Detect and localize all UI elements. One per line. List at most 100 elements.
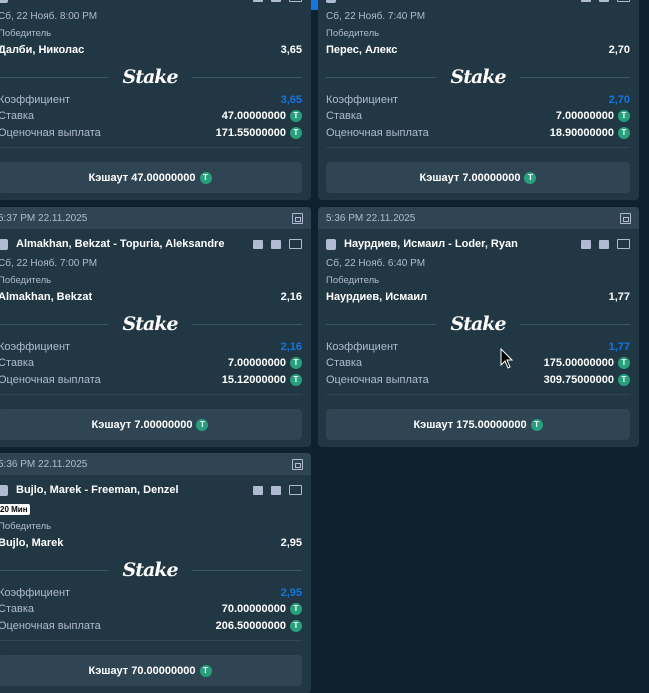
stats-chart-icon[interactable] <box>271 0 281 2</box>
mma-sport-icon <box>326 0 336 3</box>
divider <box>326 147 630 148</box>
stake-logo: Stake <box>122 66 178 88</box>
divider <box>0 394 302 395</box>
cashout-label: Кэшаут 47.00000000 <box>88 171 196 184</box>
event-title[interactable]: Bujlo, Marek - Freeman, Denzel <box>16 484 245 496</box>
usdt-icon: T <box>199 664 212 677</box>
event-title-row[interactable]: Almakhan, Bekzat - Topuria, Aleksandre <box>0 237 302 251</box>
calendar-icon[interactable] <box>292 458 303 470</box>
usdt-icon: T <box>290 110 302 122</box>
scoreboard-icon[interactable] <box>289 239 302 249</box>
event-date: Сб, 22 Нояб. 7:40 PM <box>326 11 426 22</box>
scoreboard-icon[interactable] <box>289 485 302 495</box>
usdt-icon: T <box>196 418 209 431</box>
scoreboard-icon[interactable] <box>289 0 302 2</box>
stats-chart-icon[interactable] <box>599 0 609 2</box>
cashout-button[interactable]: Кэшаут 70.00000000 T <box>0 655 302 686</box>
event-date: Сб, 22 Нояб. 8:00 PM <box>0 11 98 22</box>
divider <box>326 323 437 325</box>
cashout-label: Кэшаут 70.00000000 <box>88 664 196 677</box>
selection-name: Перес, Алекс <box>326 44 398 56</box>
payout-label: Оценочная выплата <box>0 374 101 386</box>
bet-card: 5:37 PM 22.11.2025 Almakhan, Bekzat - Top… <box>0 207 311 447</box>
divider <box>0 323 109 325</box>
bet-card: 5:36 PM 22.11.2025 Наурдиев, Исмаил - Lod… <box>318 207 639 447</box>
stats-chart-icon[interactable] <box>599 239 609 249</box>
stats-chart-icon[interactable] <box>271 485 281 495</box>
usdt-icon: T <box>530 418 543 431</box>
usdt-icon: T <box>618 127 630 139</box>
usdt-icon: T <box>290 127 302 139</box>
divider <box>326 76 437 78</box>
stake-value: 7.00000000 <box>555 110 614 122</box>
bet-card-header: 5:37 PM 22.11.2025 <box>0 207 311 229</box>
selection-name: Далби, Николас <box>0 44 85 56</box>
event-title[interactable]: Almakhan, Bekzat - Topuria, Aleksandre <box>16 238 245 250</box>
mma-sport-icon <box>0 238 8 250</box>
stake-value: 7.00000000 <box>227 357 286 369</box>
mma-sport-icon <box>0 484 8 496</box>
scoreboard-icon[interactable] <box>617 0 630 2</box>
usdt-icon: T <box>524 171 537 184</box>
stake-label: Ставка <box>326 110 362 122</box>
divider <box>191 323 302 325</box>
selection-odds: 2,95 <box>280 537 302 549</box>
cashout-label: Кэшаут 7.00000000 <box>91 418 193 431</box>
stake-value: 47.00000000 <box>221 110 286 122</box>
payout-label: Оценочная выплата <box>326 127 429 139</box>
selection-name: Наурдиев, Исмаил <box>326 291 428 303</box>
stake-value: 70.00000000 <box>221 603 286 615</box>
divider <box>0 569 109 571</box>
live-stream-icon[interactable] <box>253 239 263 249</box>
divider <box>0 147 302 148</box>
divider <box>0 76 109 78</box>
stats-chart-icon[interactable] <box>271 239 281 249</box>
payout-value: 171.55000000 <box>215 127 286 139</box>
selection-odds: 2,70 <box>608 44 630 56</box>
event-title-row[interactable] <box>326 0 630 4</box>
divider <box>326 394 630 395</box>
usdt-icon: T <box>290 603 302 615</box>
time-badge: 20 Мин <box>0 504 30 515</box>
usdt-icon: T <box>199 171 212 184</box>
selection-odds: 2,16 <box>280 291 302 303</box>
live-stream-icon[interactable] <box>581 0 591 2</box>
cashout-button[interactable]: Кэшаут 175.00000000 T <box>326 409 630 440</box>
odds-label: Коэффициент <box>326 94 399 106</box>
bet-timestamp: 5:36 PM 22.11.2025 <box>326 212 416 224</box>
stake-label: Ставка <box>326 357 362 369</box>
bet-card: 5:36 PM 22.11.2025 Bujlo, Marek - Freeman… <box>0 453 311 693</box>
odds-value: 3,65 <box>280 94 302 106</box>
odds-value: 1,77 <box>608 341 630 353</box>
odds-label: Коэффициент <box>0 587 71 599</box>
cashout-button[interactable]: Кэшаут 7.00000000 T <box>0 409 302 440</box>
live-stream-icon[interactable] <box>581 239 591 249</box>
divider <box>191 76 302 78</box>
calendar-icon[interactable] <box>292 212 303 224</box>
live-stream-icon[interactable] <box>253 0 263 2</box>
payout-value: 18.90000000 <box>549 127 614 139</box>
event-date: Сб, 22 Нояб. 6:40 PM <box>326 258 426 269</box>
selection-odds: 3,65 <box>280 44 302 56</box>
cashout-button[interactable]: Кэшаут 7.00000000 T <box>326 162 630 193</box>
event-title-row[interactable] <box>0 0 302 4</box>
event-title-row[interactable]: Наурдиев, Исмаил - Loder, Ryan <box>326 237 630 251</box>
cashout-button[interactable]: Кэшаут 47.00000000 T <box>0 162 302 193</box>
scoreboard-icon[interactable] <box>617 239 630 249</box>
event-title[interactable]: Наурдиев, Исмаил - Loder, Ryan <box>344 238 573 250</box>
event-date: Сб, 22 Нояб. 7:00 PM <box>0 258 98 269</box>
event-title-row[interactable]: Bujlo, Marek - Freeman, Denzel <box>0 483 302 497</box>
bet-card: Сб, 22 Нояб. 7:40 PM Победитель Перес, Але… <box>318 0 639 200</box>
stake-label: Ставка <box>0 110 34 122</box>
market-label: Победитель <box>326 275 380 286</box>
bet-timestamp: 5:36 PM 22.11.2025 <box>0 458 88 470</box>
odds-value: 2,16 <box>280 341 302 353</box>
bet-card-header: 5:36 PM 22.11.2025 <box>318 207 639 229</box>
live-stream-icon[interactable] <box>253 485 263 495</box>
payout-label: Оценочная выплата <box>326 374 429 386</box>
stake-logo: Stake <box>450 66 506 88</box>
bet-card: Сб, 22 Нояб. 8:00 PM Победитель Далби, Ник… <box>0 0 311 200</box>
usdt-icon: T <box>290 357 302 369</box>
stake-label: Ставка <box>0 357 34 369</box>
calendar-icon[interactable] <box>620 212 631 224</box>
